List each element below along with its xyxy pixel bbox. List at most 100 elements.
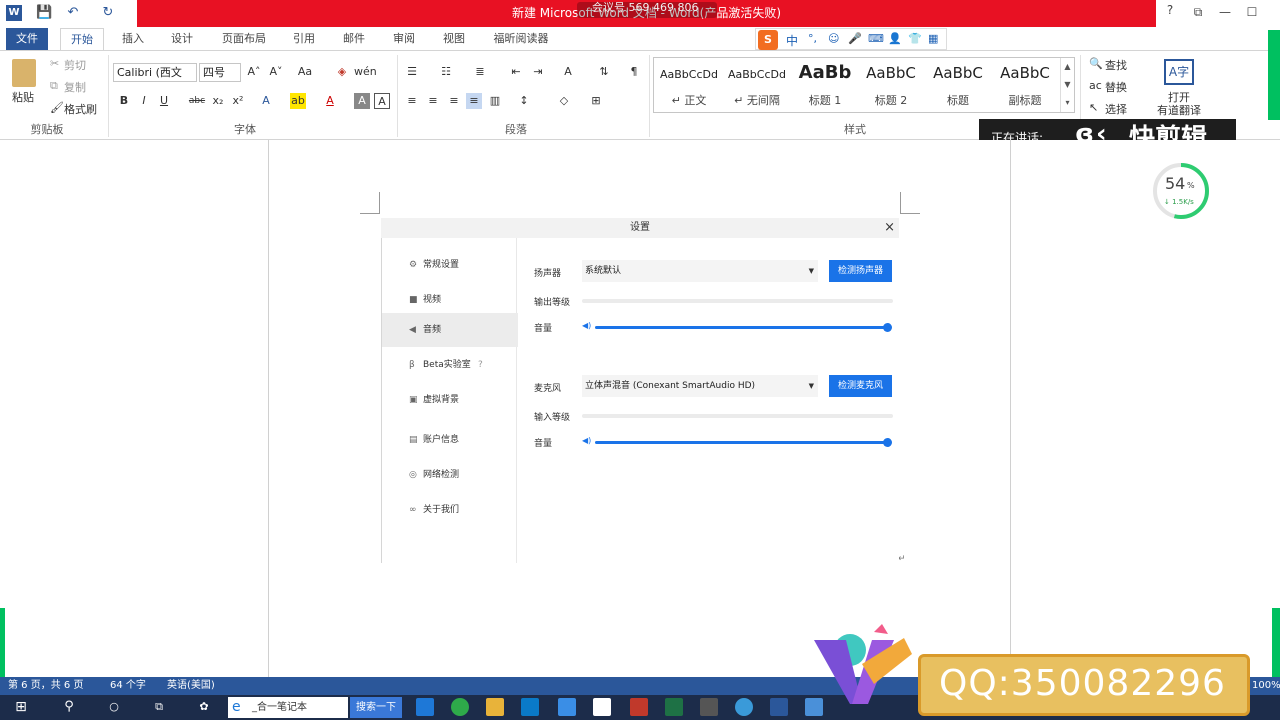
sidebar-item-virtual-bg[interactable]: ▣ 虚拟背景 — [382, 383, 518, 417]
keyboard-icon[interactable]: ⌨ — [868, 32, 884, 45]
align-left-icon[interactable]: ≡ — [404, 93, 420, 109]
style-title[interactable]: AaBbC 标题 — [925, 58, 991, 112]
style-heading-2[interactable]: AaBbC 标题 2 — [858, 58, 924, 112]
edge-icon[interactable] — [416, 698, 434, 716]
speaker-volume-handle[interactable] — [883, 323, 892, 332]
increase-indent-icon[interactable]: ⇥ — [530, 64, 546, 80]
sidebar-item-network[interactable]: ◎ 网络检测 — [382, 458, 518, 492]
tab-layout[interactable]: 页面布局 — [213, 28, 275, 50]
select-button[interactable]: 选择 — [1105, 101, 1127, 117]
tab-references[interactable]: 引用 — [284, 28, 324, 50]
voice-icon[interactable]: 🎤 — [848, 32, 862, 45]
media-icon[interactable] — [630, 698, 648, 716]
borders-icon[interactable]: ⊞ — [588, 93, 604, 109]
paste-icon[interactable] — [12, 59, 36, 87]
style-no-spacing[interactable]: AaBbCcDd ↵ 无间隔 — [724, 58, 790, 112]
char-shading-icon[interactable]: A — [354, 93, 370, 109]
ribbon-display-button[interactable]: ⧉ — [1188, 5, 1208, 23]
ime-chinese-toggle[interactable]: 中 — [786, 32, 798, 49]
excel-icon[interactable] — [665, 698, 683, 716]
sogou-icon[interactable]: S — [758, 30, 778, 50]
maximize-button[interactable]: ☐ — [1242, 5, 1262, 23]
align-right-icon[interactable]: ≡ — [446, 93, 462, 109]
zoom-level[interactable]: 100% — [1252, 677, 1280, 695]
style-normal[interactable]: AaBbCcDd ↵ 正文 — [656, 58, 722, 112]
bold-button[interactable]: B — [116, 93, 132, 109]
windows-start-icon[interactable]: ⊞ — [12, 698, 30, 716]
browser-360-icon[interactable] — [451, 698, 469, 716]
scissors-icon[interactable]: ✂ — [50, 57, 59, 70]
word-app-icon[interactable]: W — [6, 5, 22, 21]
translate-youdao-label[interactable]: 有道翻译 — [1157, 102, 1201, 118]
font-color-icon[interactable]: A — [322, 93, 338, 109]
youdao-translate-icon[interactable]: A字 — [1164, 59, 1194, 85]
font-name-select[interactable]: Calibri (西文 — [113, 63, 197, 82]
save-icon[interactable]: 💾 — [36, 5, 52, 21]
shrink-font-icon[interactable]: A˅ — [268, 64, 284, 80]
tab-design[interactable]: 设计 — [162, 28, 202, 50]
style-subtitle[interactable]: AaBbC 副标题 — [992, 58, 1058, 112]
toolbox-icon[interactable]: ▦ — [928, 32, 938, 45]
test-mic-button[interactable]: 检测麦克风 — [829, 375, 892, 397]
italic-button[interactable]: I — [136, 93, 152, 109]
highlight-icon[interactable]: ab — [290, 93, 306, 109]
word-taskbar-icon[interactable] — [770, 698, 788, 716]
search-go-button[interactable]: 搜索一下 — [350, 697, 402, 718]
multilevel-list-icon[interactable]: ≣ — [472, 64, 488, 80]
subscript-button[interactable]: x₂ — [210, 93, 226, 109]
page-count[interactable]: 第 6 页，共 6 页 — [8, 677, 83, 695]
decrease-indent-icon[interactable]: ⇤ — [508, 64, 524, 80]
close-icon[interactable]: × — [884, 218, 895, 238]
test-speaker-button[interactable]: 检测扬声器 — [829, 260, 892, 282]
paste-button[interactable]: 粘贴 — [12, 89, 34, 105]
calculator-icon[interactable] — [593, 698, 611, 716]
mic-volume-handle[interactable] — [883, 438, 892, 447]
folder-icon[interactable] — [486, 698, 504, 716]
word-count[interactable]: 64 个字 — [110, 677, 146, 695]
strikethrough-button[interactable]: abc — [186, 93, 208, 109]
asian-layout-icon[interactable]: A — [560, 64, 576, 80]
sidebar-item-video[interactable]: ■ 视频 — [382, 283, 518, 317]
mic-volume-slider[interactable] — [595, 441, 887, 444]
cut-button[interactable]: 剪切 — [64, 57, 86, 73]
speaker-volume-slider[interactable] — [595, 326, 887, 329]
emoji-icon[interactable]: ☺ — [828, 32, 839, 45]
help-button[interactable]: ? — [1160, 3, 1180, 21]
help-icon[interactable]: ? — [478, 348, 483, 382]
sort-icon[interactable]: ⇅ — [596, 64, 612, 80]
sidebar-item-audio[interactable]: ◀ 音频 — [382, 313, 518, 347]
tab-foxit-reader[interactable]: 福昕阅读器 — [486, 28, 556, 50]
store-icon[interactable] — [521, 698, 539, 716]
tab-file[interactable]: 文件 — [6, 28, 48, 50]
copy-icon[interactable]: ⧉ — [50, 79, 58, 93]
brush-icon[interactable]: 🖌 — [50, 101, 64, 114]
shading-icon[interactable]: ◇ — [556, 93, 572, 109]
tab-review[interactable]: 审阅 — [384, 28, 424, 50]
change-case-icon[interactable]: Aa — [294, 64, 316, 80]
tools-icon[interactable] — [700, 698, 718, 716]
numbering-icon[interactable]: ☷ — [438, 64, 454, 80]
tab-mailings[interactable]: 邮件 — [334, 28, 374, 50]
sidebar-item-account[interactable]: ▤ 账户信息 — [382, 423, 518, 457]
sidebar-item-about[interactable]: ∞ 关于我们 — [382, 493, 518, 527]
justify-icon[interactable]: ≡ — [466, 93, 482, 109]
sidebar-item-general[interactable]: ⚙ 常规设置 — [382, 248, 518, 282]
replace-button[interactable]: 替换 — [1105, 79, 1127, 95]
find-icon[interactable]: 🔍 — [1089, 57, 1103, 70]
user-icon[interactable]: 👤 — [888, 32, 902, 45]
sidebar-item-beta[interactable]: β Beta实验室? — [382, 348, 518, 382]
tab-view[interactable]: 视图 — [434, 28, 474, 50]
cortana-icon[interactable]: ○ — [105, 698, 123, 716]
font-size-select[interactable]: 四号 — [199, 63, 241, 82]
speaker-select[interactable]: 系统默认 ▼ — [582, 260, 818, 282]
undo-icon[interactable]: ↶ — [65, 5, 81, 21]
punct-icon[interactable]: °, — [808, 32, 817, 45]
clear-format-icon[interactable]: ◈ — [334, 64, 350, 80]
mail-icon[interactable] — [558, 698, 576, 716]
tab-insert[interactable]: 插入 — [113, 28, 153, 50]
char-border-icon[interactable]: A — [374, 93, 390, 109]
skin-icon[interactable]: 👕 — [908, 32, 922, 45]
line-spacing-icon[interactable]: ↕ — [516, 93, 532, 109]
copy-button[interactable]: 复制 — [64, 79, 86, 95]
minimize-button[interactable]: — — [1215, 5, 1235, 23]
